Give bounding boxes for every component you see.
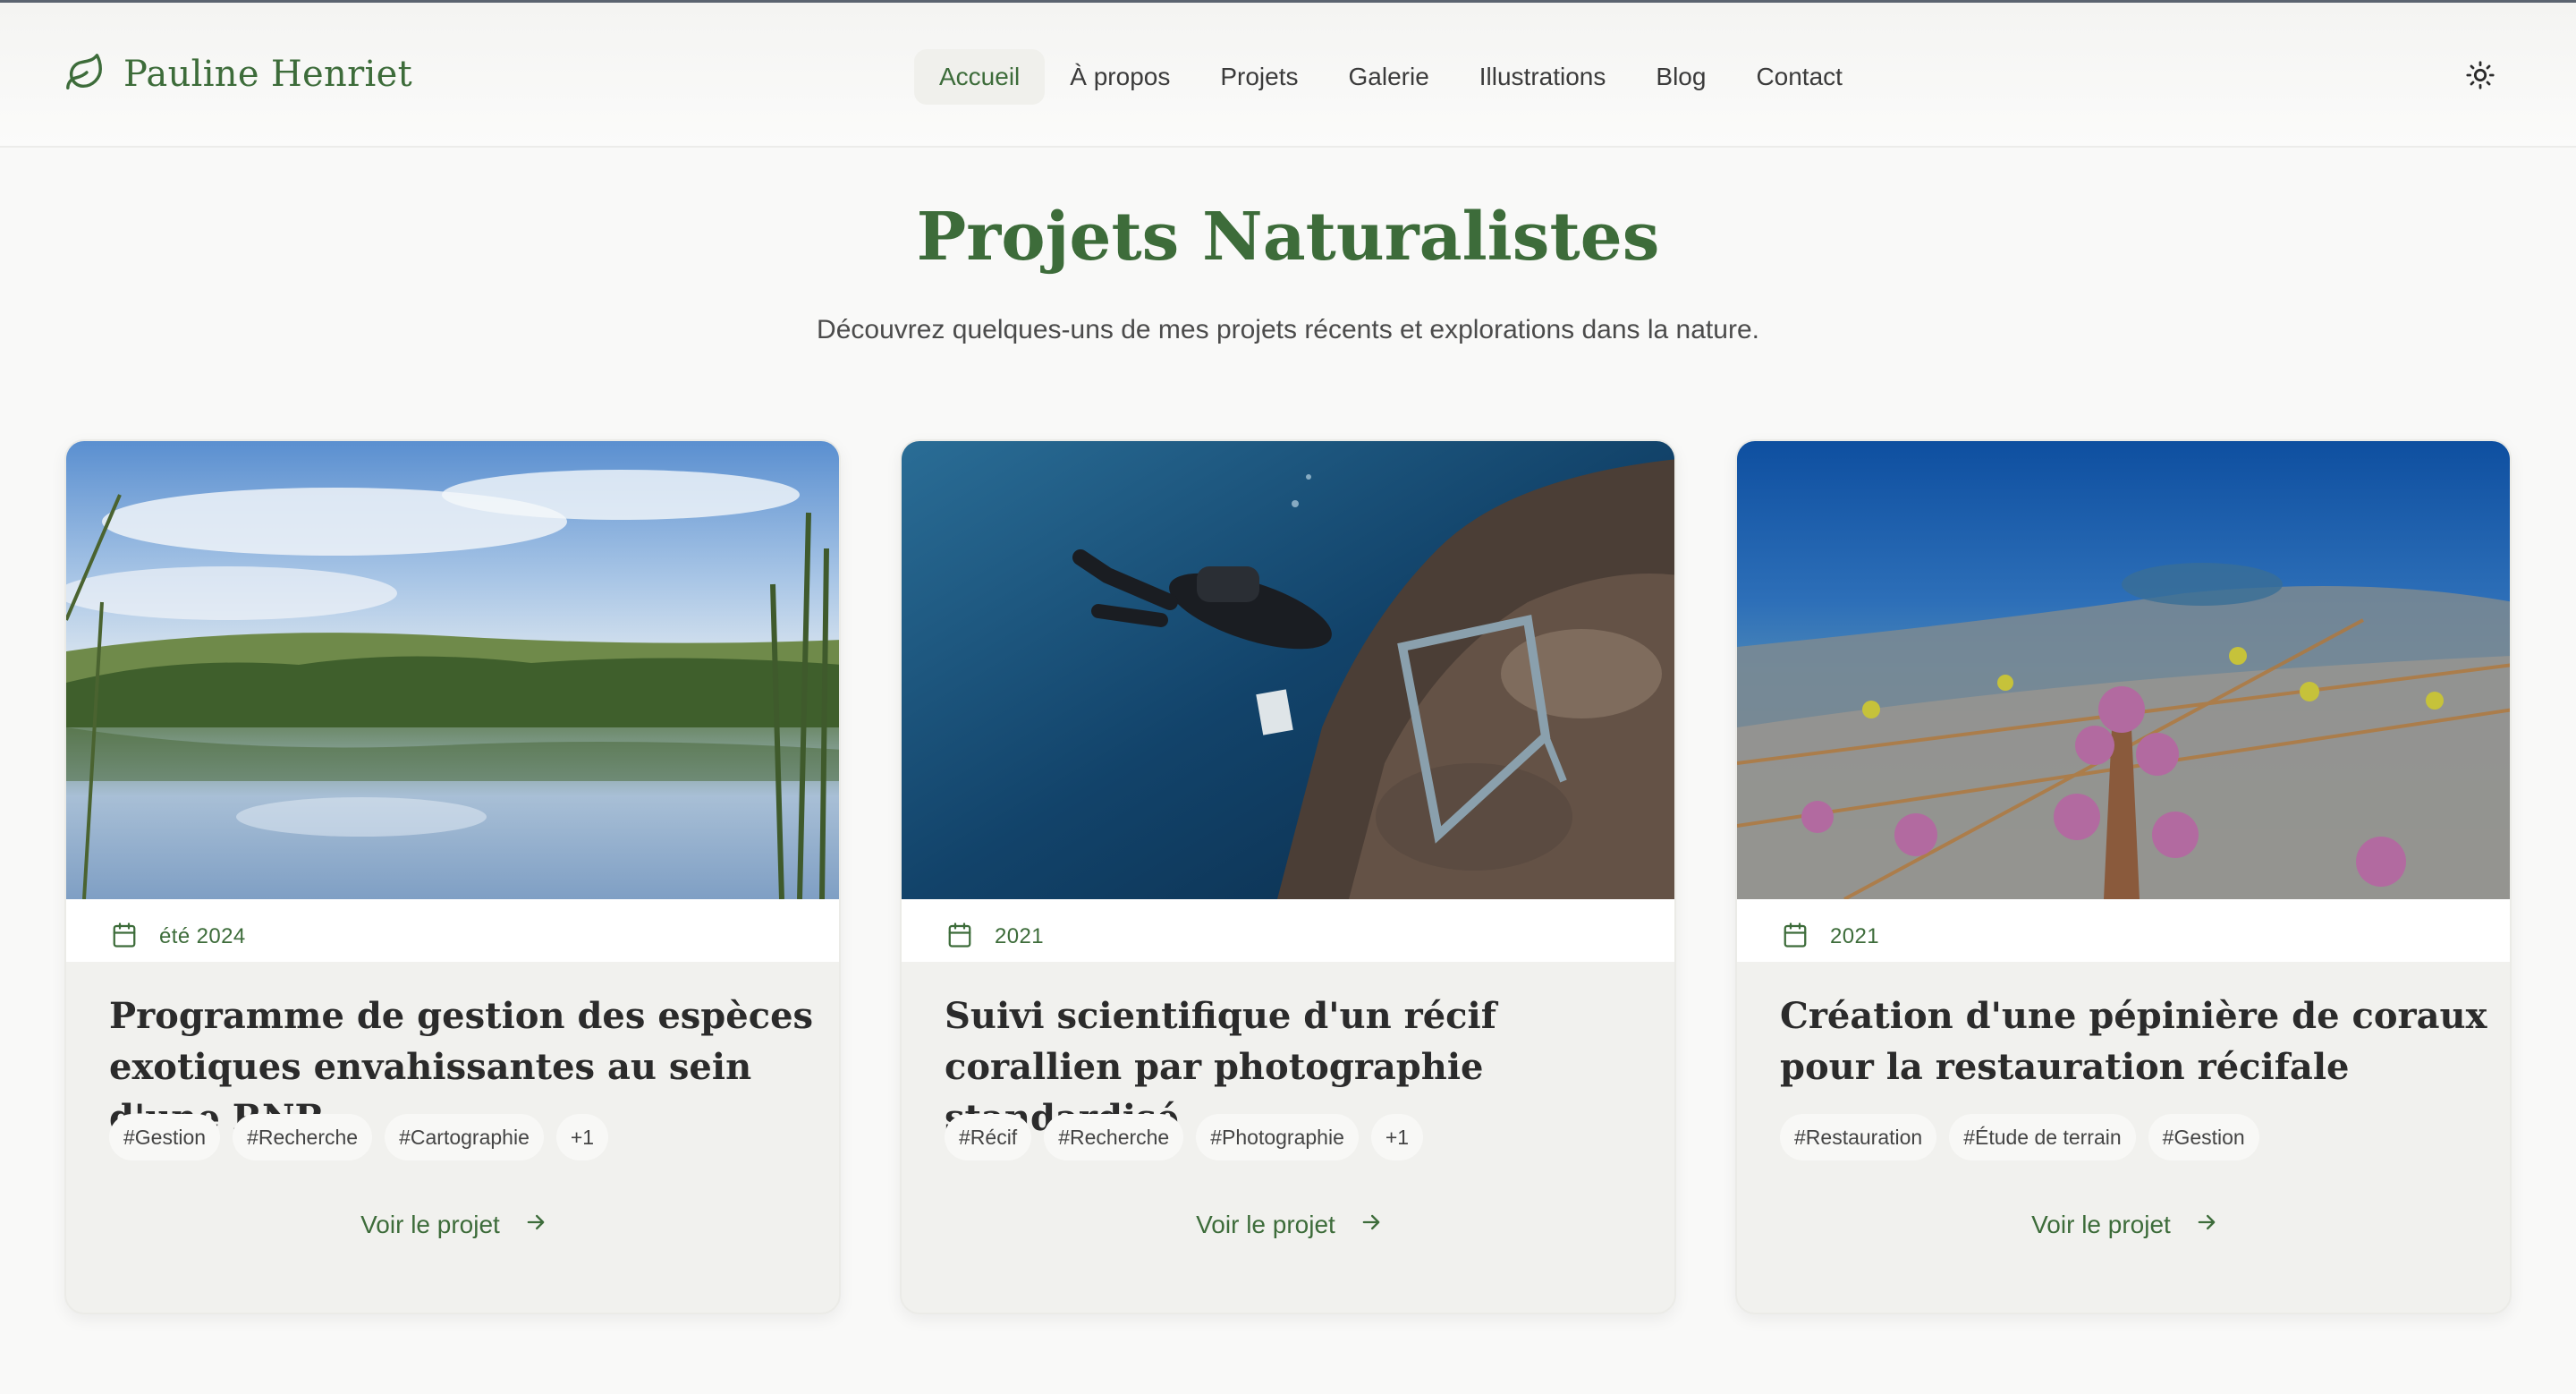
calendar-icon bbox=[1782, 922, 1809, 953]
project-card[interactable]: 2021 Création d'une pépinière de coraux … bbox=[1735, 439, 2512, 1314]
sun-icon bbox=[2465, 61, 2496, 94]
nav-item-illustrations[interactable]: Illustrations bbox=[1454, 49, 1631, 105]
arrow-right-icon bbox=[500, 1210, 548, 1241]
nav-item-a-propos[interactable]: À propos bbox=[1045, 49, 1195, 105]
project-card[interactable]: été 2024 Programme de gestion des espèce… bbox=[64, 439, 841, 1314]
nav-item-galerie[interactable]: Galerie bbox=[1324, 49, 1454, 105]
nav-item-accueil[interactable]: Accueil bbox=[914, 49, 1046, 105]
nav-item-contact[interactable]: Contact bbox=[1731, 49, 1868, 105]
tag[interactable]: #Recherche bbox=[233, 1114, 373, 1160]
arrow-right-icon bbox=[2171, 1210, 2219, 1241]
project-date: 2021 bbox=[1737, 899, 2510, 962]
view-project-link[interactable]: Voir le projet bbox=[66, 1198, 839, 1252]
nav-item-blog[interactable]: Blog bbox=[1631, 49, 1731, 105]
view-project-link[interactable]: Voir le projet bbox=[902, 1198, 1674, 1252]
arrow-right-icon bbox=[1335, 1210, 1384, 1241]
main-nav: Accueil À propos Projets Galerie Illustr… bbox=[914, 49, 1868, 105]
brand-name: Pauline Henriet bbox=[123, 54, 412, 95]
tag[interactable]: #Gestion bbox=[109, 1114, 221, 1160]
tag[interactable]: #Restauration bbox=[1780, 1114, 1937, 1160]
wetland-pond-photo bbox=[66, 441, 839, 899]
brand-logo[interactable]: Pauline Henriet bbox=[64, 49, 412, 99]
leaf-icon bbox=[64, 52, 106, 98]
site-header: Pauline Henriet Accueil À propos Projets… bbox=[0, 3, 2576, 148]
page-subtitle: Découvrez quelques-uns de mes projets ré… bbox=[817, 315, 1759, 344]
project-date: 2021 bbox=[902, 899, 1674, 962]
calendar-icon bbox=[111, 922, 138, 953]
tag-list: #Restauration #Étude de terrain #Gestion bbox=[1780, 1114, 2272, 1160]
tag[interactable]: #Gestion bbox=[2148, 1114, 2259, 1160]
view-project-link[interactable]: Voir le projet bbox=[1737, 1198, 2510, 1252]
diver-coral-reef-photo bbox=[902, 441, 1674, 899]
tag-more-count[interactable]: +1 bbox=[1370, 1114, 1424, 1160]
tag[interactable]: #Récif bbox=[945, 1114, 1032, 1160]
tag[interactable]: #Cartographie bbox=[385, 1114, 544, 1160]
calendar-icon bbox=[946, 922, 973, 953]
tag[interactable]: #Photographie bbox=[1196, 1114, 1359, 1160]
page-title: Projets Naturalistes bbox=[916, 199, 1660, 276]
tag-list: #Gestion #Recherche #Cartographie +1 bbox=[109, 1114, 621, 1160]
project-title: Création d'une pépinière de coraux pour … bbox=[1780, 995, 2487, 1088]
tag-list: #Récif #Recherche #Photographie +1 bbox=[945, 1114, 1436, 1160]
theme-toggle-button[interactable] bbox=[2465, 60, 2496, 90]
project-date: été 2024 bbox=[66, 899, 839, 962]
coral-nursery-photo bbox=[1737, 441, 2510, 899]
nav-item-projets[interactable]: Projets bbox=[1195, 49, 1323, 105]
tag[interactable]: #Recherche bbox=[1044, 1114, 1184, 1160]
tag-more-count[interactable]: +1 bbox=[555, 1114, 609, 1160]
project-card[interactable]: 2021 Suivi scientifique d'un récif coral… bbox=[900, 439, 1676, 1314]
tag[interactable]: #Étude de terrain bbox=[1949, 1114, 2136, 1160]
